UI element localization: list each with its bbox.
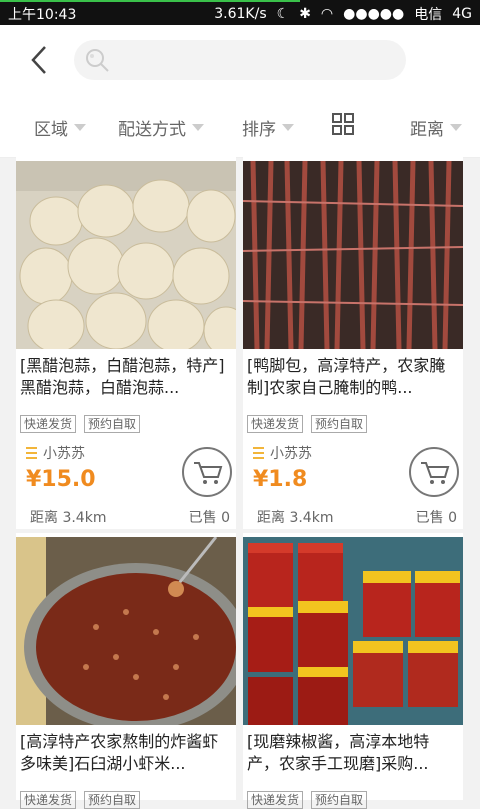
product-image [243,537,463,725]
filter-distance[interactable]: 距离 [410,115,462,140]
product-image [243,161,463,349]
status-progress-line [0,0,300,2]
grid-view-toggle[interactable] [332,113,354,135]
bluetooth-icon: ✱ [299,6,311,22]
chevron-down-icon [282,124,294,131]
status-right: 3.61K/s ☾ ✱ ◠ ●●●●● 电信 4G [214,4,472,24]
chevron-down-icon [192,124,204,131]
tag-pickup: 预约自取 [84,415,141,433]
add-to-cart-button[interactable] [409,447,459,497]
product-card[interactable]: [现磨辣椒酱，高淳本地特产，农家手工现磨]采购... 快递发货 预约自取 [243,533,463,809]
network-speed: 3.61K/s [214,6,267,22]
seller-name: 小苏苏 [270,446,312,462]
header [0,25,480,95]
filter-bar: 区域 配送方式 排序 距离 [0,95,480,158]
product-title: [现磨辣椒酱，高淳本地特产，农家手工现磨]采购... [247,732,430,773]
carrier: 电信 [414,7,443,23]
tag-express: 快递发货 [247,415,304,433]
chevron-down-icon [74,124,86,131]
tag-express: 快递发货 [247,791,304,809]
product-image [16,537,236,725]
product-title: [鸭脚包，高淳特产，农家腌制]农家自己腌制的鸭... [247,356,446,397]
tag-pickup: 预约自取 [84,791,141,809]
product-distance: 距离 3.4km [30,510,107,526]
add-to-cart-button[interactable] [182,447,232,497]
seller[interactable]: 小苏苏 [26,443,85,463]
back-button[interactable] [25,43,55,77]
product-card[interactable]: [高淳特产农家熬制的炸酱虾多味美]石臼湖小虾米... 快递发货 预约自取 [16,533,236,809]
product-tags: 快递发货 预约自取 [20,791,141,809]
signal-icon: ●●●●● [343,6,405,22]
product-tags: 快递发货 预约自取 [247,791,368,809]
tag-express: 快递发货 [20,415,77,433]
network-type: 4G [452,6,472,22]
chevron-left-icon [31,46,46,74]
product-image [16,161,236,349]
product-title: [黑醋泡蒜，白醋泡蒜，特产]黑醋泡蒜，白醋泡蒜... [20,356,225,397]
wifi-icon: ◠ [320,6,334,22]
moon-icon: ☾ [276,6,290,22]
product-price: ¥15.0 [26,467,96,492]
filter-sort-label: 排序 [242,120,276,140]
shop-icon [26,447,37,459]
filter-region[interactable]: 区域 [34,115,86,140]
chevron-down-icon [450,124,462,131]
grid-icon [332,113,354,135]
product-tags: 快递发货 预约自取 [247,415,368,433]
search-icon [86,49,109,72]
filter-distance-label: 距离 [410,120,444,140]
status-bar: 上午10:43 3.61K/s ☾ ✱ ◠ ●●●●● 电信 4G [0,0,480,25]
product-title: [高淳特产农家熬制的炸酱虾多味美]石臼湖小虾米... [20,732,219,773]
seller[interactable]: 小苏苏 [253,443,312,463]
tag-express: 快递发货 [20,791,77,809]
product-price: ¥1.8 [253,467,308,492]
product-card[interactable]: [鸭脚包，高淳特产，农家腌制]农家自己腌制的鸭... 快递发货 预约自取 小苏苏… [243,157,463,529]
product-grid: [黑醋泡蒜，白醋泡蒜，特产]黑醋泡蒜，白醋泡蒜... 快递发货 预约自取 小苏苏… [0,157,480,809]
cart-icon [421,462,450,484]
product-tags: 快递发货 预约自取 [20,415,141,433]
search-input[interactable] [74,40,406,80]
seller-name: 小苏苏 [43,446,85,462]
cart-icon [194,462,223,484]
tag-pickup: 预约自取 [311,415,368,433]
product-card[interactable]: [黑醋泡蒜，白醋泡蒜，特产]黑醋泡蒜，白醋泡蒜... 快递发货 预约自取 小苏苏… [16,157,236,529]
shop-icon [253,447,264,459]
status-time: 上午10:43 [8,7,77,23]
product-sold: 已售 0 [415,510,457,526]
filter-region-label: 区域 [34,120,68,140]
tag-pickup: 预约自取 [311,791,368,809]
filter-delivery[interactable]: 配送方式 [118,115,204,140]
filter-sort[interactable]: 排序 [242,115,294,140]
product-distance: 距离 3.4km [257,510,334,526]
product-sold: 已售 0 [188,510,230,526]
filter-delivery-label: 配送方式 [118,120,186,140]
